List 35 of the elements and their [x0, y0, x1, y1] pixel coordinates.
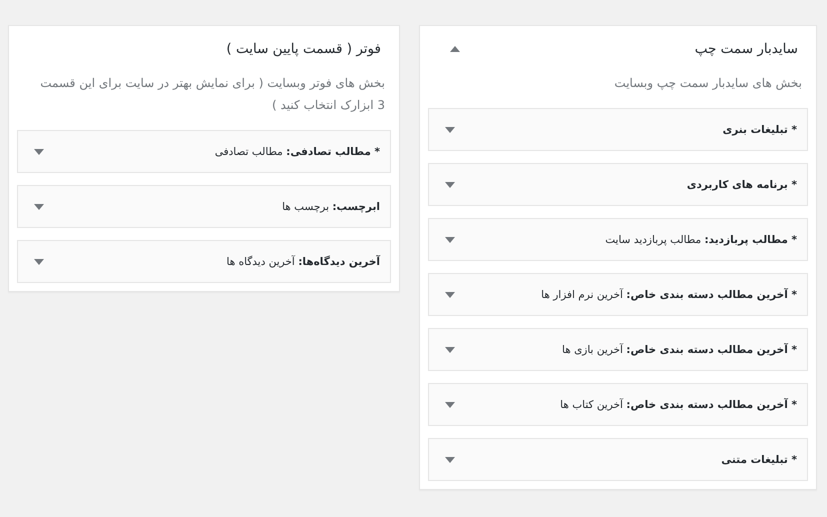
expand-arrow-icon[interactable]	[445, 402, 455, 408]
widget-item[interactable]: * آخرین مطالب دسته بندی خاص: آخرین بازی ها	[428, 328, 808, 371]
panel-title[interactable]: سایدبار سمت چپ	[694, 41, 798, 57]
widget-title: * آخرین مطالب دسته بندی خاص: آخرین کتاب ها	[560, 398, 797, 410]
collapse-arrow-icon[interactable]	[450, 46, 460, 52]
widget-item[interactable]: * آخرین مطالب دسته بندی خاص: آخرین کتاب ها	[428, 383, 808, 426]
expand-arrow-icon[interactable]	[34, 148, 44, 154]
widget-title: * مطالب پربازدید: مطالب پربازدید سایت	[605, 234, 797, 246]
widget-title: * آخرین مطالب دسته بندی خاص: آخرین نرم افزار ها	[541, 288, 797, 300]
widget-title: آخرین دیدگاه‌ها: آخرین دیدگاه ها	[226, 256, 380, 268]
widget-title: * برنامه های کاربردی	[686, 178, 797, 190]
panel-description: بخش های سایدبار سمت چپ وبسایت	[613, 75, 802, 92]
expand-arrow-icon[interactable]	[445, 292, 455, 298]
widget-item[interactable]: * تبلیغات بنری	[428, 108, 808, 151]
widget-title: * تبلیغات بنری	[722, 124, 797, 136]
expand-arrow-icon[interactable]	[445, 236, 455, 242]
panel-description: بخش های فوتر وبسایت ( برای نمایش بهتر در سایت برای این قسمت 3 ابزارک انتخاب کنید )	[39, 75, 385, 114]
expand-arrow-icon[interactable]	[445, 126, 455, 132]
widget-title: * مطالب تصادفی: مطالب تصادفی	[214, 146, 380, 158]
panel-title[interactable]: فوتر ( قسمت پایین سایت )	[226, 41, 381, 57]
widget-item[interactable]: ابرچسب: برچسب ها	[17, 185, 391, 228]
widget-item[interactable]: * تبلیغات متنی	[428, 438, 808, 481]
expand-arrow-icon[interactable]	[445, 182, 455, 188]
expand-arrow-icon[interactable]	[34, 258, 44, 264]
widget-title: ابرچسب: برچسب ها	[282, 200, 380, 212]
expand-arrow-icon[interactable]	[34, 204, 44, 210]
expand-arrow-icon[interactable]	[445, 346, 455, 352]
widget-title: * آخرین مطالب دسته بندی خاص: آخرین بازی ها	[562, 344, 797, 356]
widget-title: * تبلیغات متنی	[721, 454, 797, 466]
expand-arrow-icon[interactable]	[445, 456, 455, 462]
widget-item[interactable]: * برنامه های کاربردی	[428, 163, 808, 206]
widget-item[interactable]: آخرین دیدگاه‌ها: آخرین دیدگاه ها	[17, 240, 391, 283]
widget-item[interactable]: * آخرین مطالب دسته بندی خاص: آخرین نرم افزار ها	[428, 273, 808, 316]
widget-item[interactable]: * مطالب تصادفی: مطالب تصادفی	[17, 130, 391, 173]
widget-item[interactable]: * مطالب پربازدید: مطالب پربازدید سایت	[428, 218, 808, 261]
